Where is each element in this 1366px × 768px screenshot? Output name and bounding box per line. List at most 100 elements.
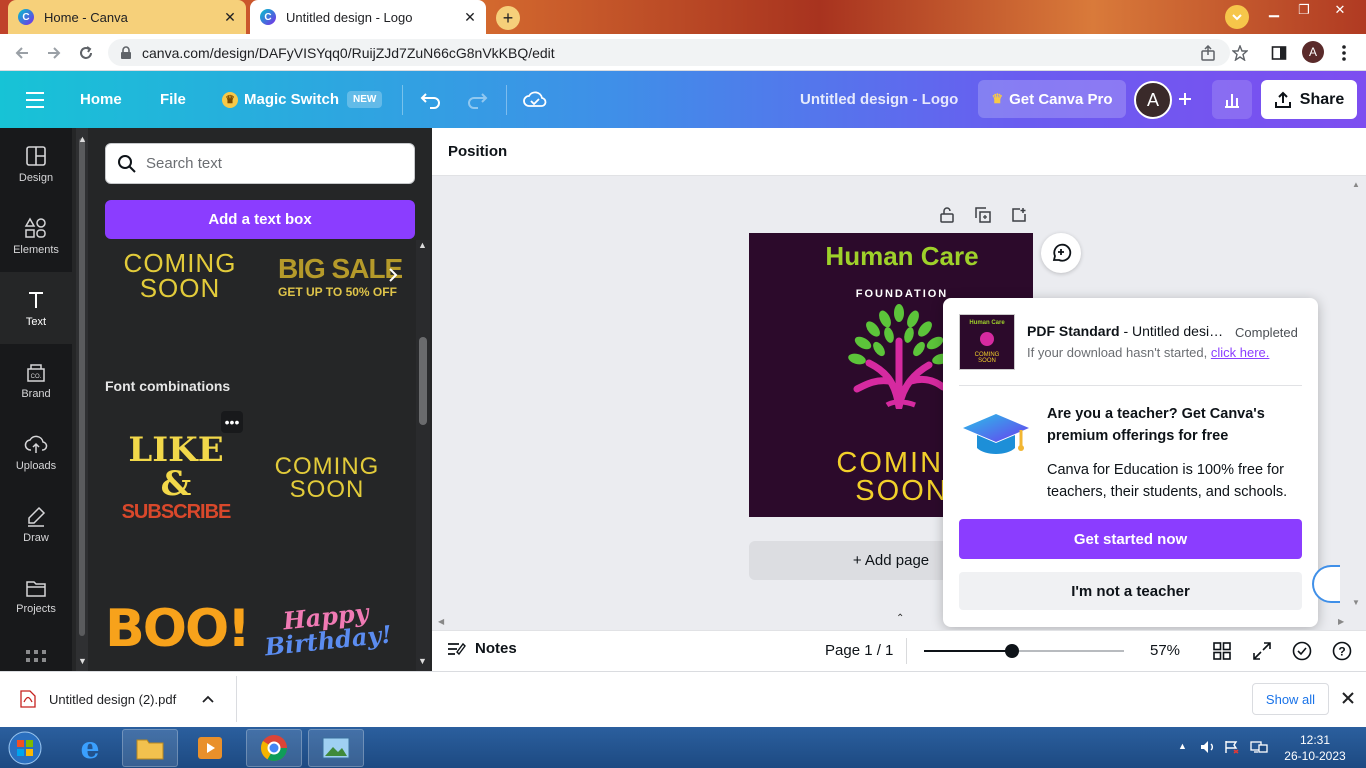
rail-item-elements[interactable]: Elements (0, 200, 72, 272)
add-text-box-button[interactable]: Add a text box (105, 200, 415, 239)
back-button[interactable] (10, 41, 34, 65)
tab-untitled-design[interactable]: C Untitled design - Logo ✕ (250, 0, 486, 34)
help-button[interactable]: ? (1331, 640, 1353, 662)
lock-button[interactable] (937, 205, 957, 225)
share-page-button[interactable] (1196, 41, 1220, 65)
profile-avatar[interactable]: A (1302, 41, 1324, 63)
document-title[interactable]: Untitled design - Logo (800, 71, 958, 128)
volume-icon[interactable] (1200, 740, 1216, 754)
maximize-window-button[interactable]: ❐ (1289, 0, 1319, 20)
get-canva-pro-button[interactable]: ♛ Get Canva Pro (978, 80, 1126, 118)
scroll-up-arrow[interactable]: ▲ (418, 240, 427, 250)
rail-scrollbar[interactable] (76, 128, 88, 671)
apps-grid-icon[interactable] (26, 650, 46, 664)
fullscreen-button[interactable] (1251, 640, 1273, 662)
font-combo-like-subscribe[interactable]: LIKE & SUBSCRIBE (110, 433, 242, 523)
grid-view-button[interactable] (1211, 640, 1233, 662)
scroll-left-arrow[interactable]: ◀ (438, 617, 444, 626)
rail-item-text[interactable]: Text (0, 272, 72, 344)
close-shelf-button[interactable] (1340, 690, 1356, 706)
svg-text:CO.: CO. (31, 374, 42, 380)
font-combo-coming-soon[interactable]: COMING SOON (262, 448, 392, 508)
scroll-up-arrow[interactable]: ▲ (1352, 180, 1360, 189)
section-title: Font combinations (105, 378, 231, 394)
scroll-down-arrow[interactable]: ▼ (1352, 598, 1360, 607)
magic-switch-button[interactable]: ♛ Magic Switch NEW (222, 71, 383, 128)
chevron-up-icon[interactable] (202, 695, 214, 703)
taskbar-internet-explorer[interactable]: e (62, 729, 118, 767)
page-indicator[interactable]: Page 1 / 1 (825, 642, 893, 659)
check-button[interactable] (1291, 640, 1313, 662)
position-button[interactable]: Position (448, 143, 507, 160)
add-page-icon-button[interactable] (1009, 205, 1029, 225)
system-clock[interactable]: 12:31 26-10-2023 (1280, 732, 1350, 764)
click-here-link[interactable]: click here. (1211, 345, 1270, 360)
font-combo-happy-birthday[interactable]: Happy Birthday! (258, 583, 395, 674)
text-preset-coming-soon[interactable]: COMING SOON (110, 248, 250, 304)
undo-button[interactable] (420, 71, 442, 128)
invite-button[interactable] (1172, 86, 1198, 112)
close-tab-icon[interactable]: ✕ (462, 9, 478, 25)
share-button[interactable]: Share (1261, 80, 1357, 119)
reload-button[interactable] (74, 41, 98, 65)
notes-icon (448, 642, 466, 655)
show-pages-toggle[interactable]: ⌃ (896, 613, 904, 624)
taskbar-photo-viewer[interactable] (308, 729, 364, 767)
start-button[interactable] (2, 729, 48, 767)
show-hidden-icons-button[interactable]: ▲ (1178, 741, 1187, 751)
scroll-up-arrow[interactable]: ▲ (78, 134, 87, 144)
not-a-teacher-button[interactable]: I'm not a teacher (959, 572, 1302, 610)
notes-button[interactable]: Notes (447, 640, 517, 657)
minimize-window-button[interactable]: ▁ (1259, 0, 1289, 20)
design-title[interactable]: Human Care (749, 241, 1033, 272)
main-menu-button[interactable] (24, 71, 46, 128)
horizontal-scrollbar[interactable]: ◀ ⌃ ▶ (432, 613, 1352, 628)
new-tab-button[interactable]: + (496, 6, 520, 30)
rail-item-draw[interactable]: Draw (0, 488, 72, 560)
zoom-level[interactable]: 57% (1150, 642, 1180, 659)
close-window-button[interactable]: ✕ (1325, 0, 1355, 20)
duplicate-page-button[interactable] (973, 205, 993, 225)
file-menu-button[interactable]: File (160, 71, 186, 128)
tab-home-canva[interactable]: C Home - Canva ✕ (8, 0, 246, 34)
scroll-down-arrow[interactable]: ▼ (78, 656, 87, 666)
url-bar[interactable]: canva.com/design/DAFyVISYqq0/RuijZJd7ZuN… (108, 39, 1230, 66)
scroll-right-arrow[interactable]: ▶ (1338, 617, 1344, 626)
tab-search-button[interactable] (1225, 5, 1249, 29)
add-comment-button[interactable] (1041, 233, 1081, 273)
rail-item-design[interactable]: Design (0, 128, 72, 200)
scrollbar-thumb[interactable] (419, 337, 427, 425)
search-text-input[interactable]: Search text (105, 143, 415, 184)
redo-button[interactable] (466, 71, 488, 128)
action-center-flag-icon[interactable] (1224, 740, 1240, 754)
user-avatar[interactable]: A (1134, 81, 1172, 119)
taskbar-file-explorer[interactable] (122, 729, 178, 767)
folder-icon (136, 739, 164, 760)
bookmark-button[interactable] (1228, 41, 1252, 65)
download-item[interactable]: Untitled design (2).pdf (20, 690, 214, 708)
zoom-slider-handle[interactable] (1005, 644, 1019, 658)
network-icon[interactable] (1250, 740, 1268, 754)
show-all-downloads-button[interactable]: Show all (1252, 683, 1329, 715)
taskbar-chrome[interactable] (246, 729, 302, 767)
text-icon (29, 291, 43, 308)
home-button[interactable]: Home (80, 71, 122, 128)
browser-menu-button[interactable] (1332, 41, 1356, 65)
scrollbar-thumb[interactable] (79, 138, 85, 636)
font-combo-boo[interactable]: BOO! (105, 590, 251, 668)
rail-item-brand[interactable]: CO. Brand (0, 344, 72, 416)
rail-item-uploads[interactable]: Uploads (0, 416, 72, 488)
panel-scrollbar[interactable] (416, 240, 430, 671)
more-options-button[interactable]: ••• (221, 411, 243, 433)
uploads-icon (24, 435, 48, 453)
forward-button[interactable] (42, 41, 66, 65)
side-panel-button[interactable] (1267, 41, 1291, 65)
insights-button[interactable] (1212, 80, 1252, 119)
save-status-button[interactable] (523, 71, 547, 128)
taskbar-media-player[interactable] (182, 729, 238, 767)
rail-item-projects[interactable]: Projects (0, 560, 72, 632)
scroll-down-arrow[interactable]: ▼ (418, 656, 427, 666)
carousel-next-button[interactable] (380, 262, 406, 288)
close-tab-icon[interactable]: ✕ (222, 9, 238, 25)
get-started-now-button[interactable]: Get started now (959, 519, 1302, 559)
